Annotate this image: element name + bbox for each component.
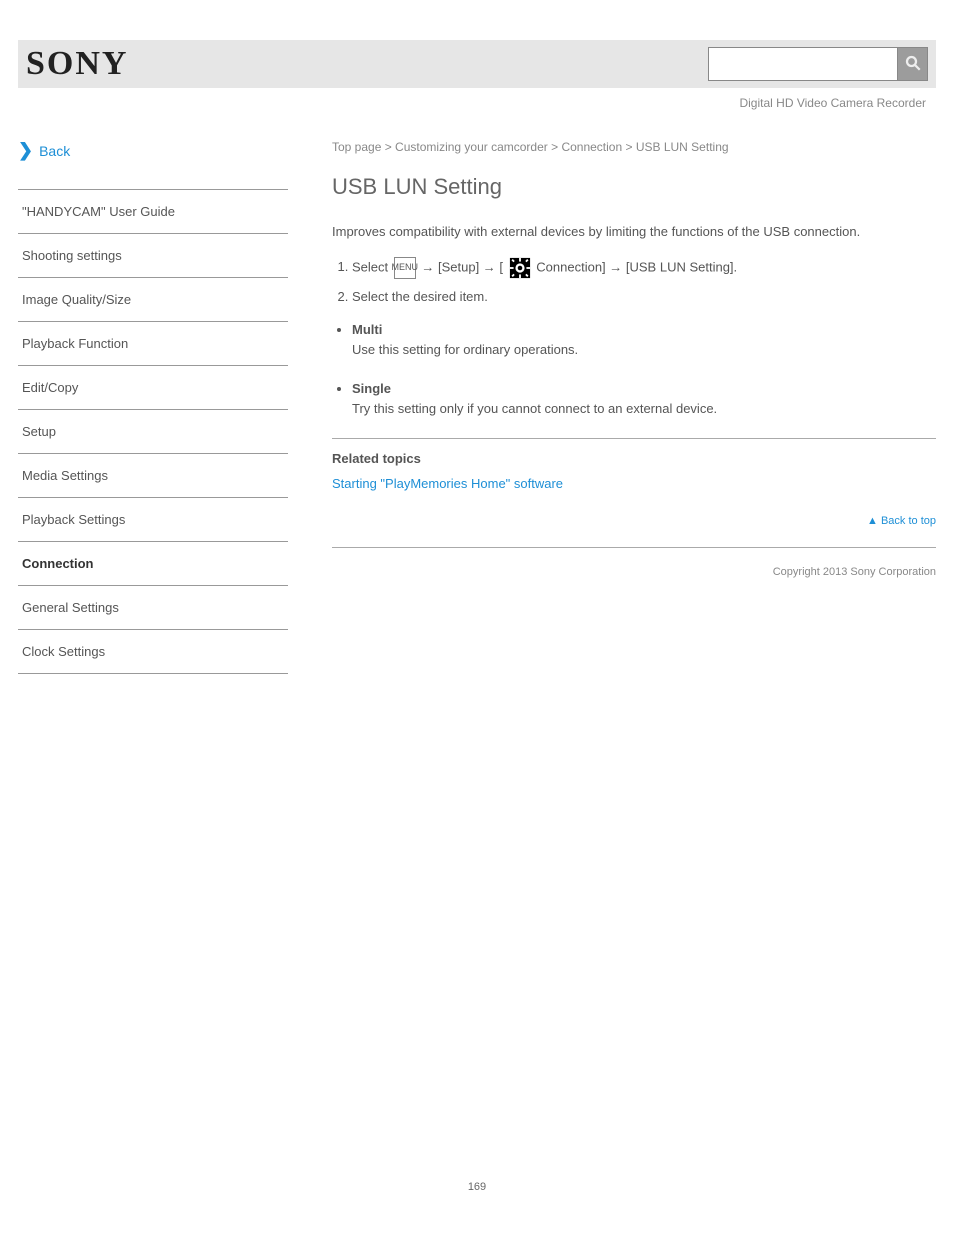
nav-item[interactable]: Clock Settings <box>18 630 288 674</box>
related-heading: Related topics <box>332 451 936 466</box>
nav-item[interactable]: General Settings <box>18 586 288 630</box>
step-list: Select MENU → [Setup] → [ Connection] → … <box>352 257 936 307</box>
back-link-label: Back <box>39 143 70 159</box>
search-icon <box>904 54 922 75</box>
nav-item[interactable]: Setup <box>18 410 288 454</box>
chevron-right-icon: ❯ <box>18 140 33 161</box>
step-text: → [Setup] → [ <box>421 259 503 274</box>
nav-item[interactable]: Playback Settings <box>18 498 288 542</box>
breadcrumb: Top page > Customizing your camcorder > … <box>332 140 936 154</box>
nav-item-selected[interactable]: Connection <box>18 542 288 586</box>
page-title: USB LUN Setting <box>332 174 936 200</box>
nav-item[interactable]: Playback Function <box>18 322 288 366</box>
intro-text: Improves compatibility with external dev… <box>332 222 936 243</box>
product-name: Digital HD Video Camera Recorder <box>18 96 926 110</box>
option-item: Single Try this setting only if you cann… <box>352 379 936 418</box>
nav-item[interactable]: Edit/Copy <box>18 366 288 410</box>
search-group <box>708 47 928 81</box>
step-item: Select MENU → [Setup] → [ Connection] → … <box>352 257 936 279</box>
nav-item[interactable]: Media Settings <box>18 454 288 498</box>
back-link[interactable]: ❯ Back <box>18 140 288 161</box>
page-number: 169 <box>0 1181 954 1193</box>
option-name: Multi <box>352 322 382 337</box>
step-text: Connection] → [USB LUN Setting]. <box>536 259 737 274</box>
option-desc: Try this setting only if you cannot conn… <box>352 401 717 416</box>
step-item: Select the desired item. <box>352 287 936 307</box>
related-link[interactable]: Starting "PlayMemories Home" software <box>332 476 936 491</box>
nav-item[interactable]: Image Quality/Size <box>18 278 288 322</box>
step-text: Select <box>352 259 392 274</box>
gear-icon <box>509 257 531 279</box>
option-item: Multi Use this setting for ordinary oper… <box>352 320 936 359</box>
nav-item[interactable]: "HANDYCAM" User Guide <box>18 189 288 234</box>
brand-logo: SONY <box>26 45 128 83</box>
divider <box>332 438 936 439</box>
option-desc: Use this setting for ordinary operations… <box>352 342 578 357</box>
option-name: Single <box>352 381 391 396</box>
copyright-text: Copyright 2013 Sony Corporation <box>332 560 936 578</box>
back-to-top-link[interactable]: ▲ Back to top <box>332 515 936 527</box>
search-input[interactable] <box>708 47 898 81</box>
divider <box>332 547 936 548</box>
main-content: Top page > Customizing your camcorder > … <box>308 140 936 674</box>
option-list: Multi Use this setting for ordinary oper… <box>352 320 936 418</box>
header-bar: SONY <box>18 40 936 88</box>
sidebar: ❯ Back "HANDYCAM" User Guide Shooting se… <box>18 140 308 674</box>
nav-list: "HANDYCAM" User Guide Shooting settings … <box>18 189 288 674</box>
menu-icon: MENU <box>394 257 416 279</box>
nav-item[interactable]: Shooting settings <box>18 234 288 278</box>
related-list: Starting "PlayMemories Home" software <box>332 476 936 491</box>
search-button[interactable] <box>898 47 928 81</box>
